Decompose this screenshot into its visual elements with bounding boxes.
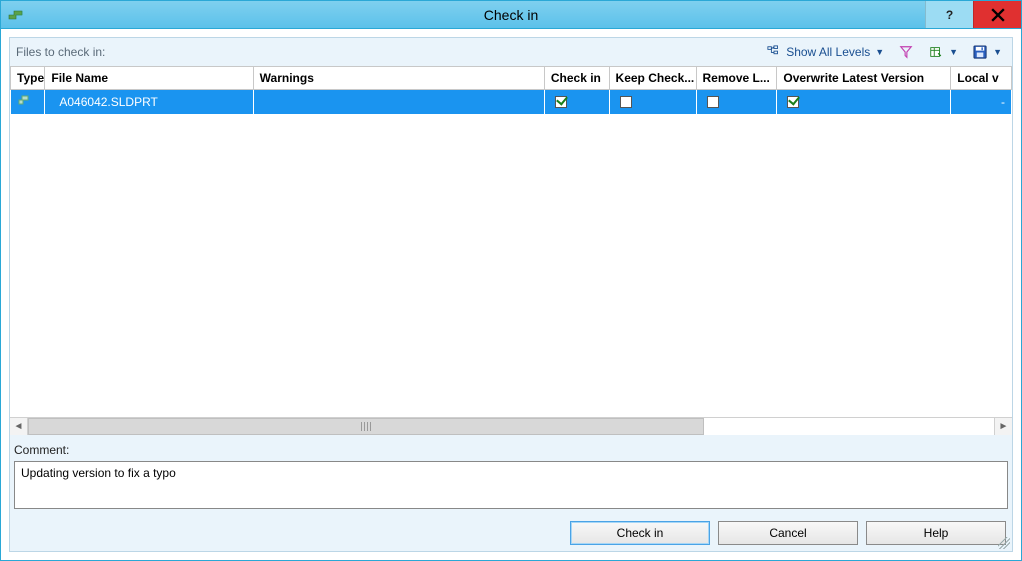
check-in-checkbox[interactable] bbox=[555, 96, 567, 108]
app-icon bbox=[7, 6, 25, 24]
cell-overwrite bbox=[777, 89, 951, 114]
col-header-type[interactable]: Type bbox=[11, 67, 45, 89]
col-header-check-in[interactable]: Check in bbox=[544, 67, 609, 89]
cell-type bbox=[11, 89, 45, 114]
inner-panel: Files to check in: Show All Levels ▼ bbox=[9, 37, 1013, 552]
col-header-remove-local[interactable]: Remove L... bbox=[696, 67, 777, 89]
window-title: Check in bbox=[1, 7, 1021, 23]
cell-keep-checked-out bbox=[609, 89, 696, 114]
files-to-check-in-label: Files to check in: bbox=[16, 45, 105, 59]
show-all-levels-button[interactable]: Show All Levels ▼ bbox=[762, 42, 888, 62]
cell-file-name: A046042.SLDPRT bbox=[45, 89, 253, 114]
grid-header-row: Type File Name Warnings Check in Keep Ch… bbox=[11, 67, 1012, 89]
floppy-icon bbox=[972, 44, 988, 60]
col-header-overwrite[interactable]: Overwrite Latest Version bbox=[777, 67, 951, 89]
titlebar: Check in ? bbox=[1, 1, 1021, 29]
cancel-button[interactable]: Cancel bbox=[718, 521, 858, 545]
columns-button[interactable]: ▼ bbox=[924, 42, 962, 62]
footer-buttons: Check in Cancel Help bbox=[10, 517, 1012, 551]
dropdown-arrow-icon: ▼ bbox=[993, 47, 1002, 57]
table-row[interactable]: A046042.SLDPRT - bbox=[11, 89, 1012, 114]
col-header-warnings[interactable]: Warnings bbox=[253, 67, 544, 89]
help-button-footer[interactable]: Help bbox=[866, 521, 1006, 545]
cell-check-in bbox=[544, 89, 609, 114]
overwrite-checkbox[interactable] bbox=[787, 96, 799, 108]
comment-input[interactable] bbox=[14, 461, 1008, 509]
check-in-button[interactable]: Check in bbox=[570, 521, 710, 545]
horizontal-scrollbar[interactable]: ◄ ► bbox=[10, 417, 1012, 435]
dialog-body: Files to check in: Show All Levels ▼ bbox=[1, 29, 1021, 560]
dropdown-arrow-icon: ▼ bbox=[875, 47, 884, 57]
filter-button[interactable] bbox=[894, 42, 918, 62]
cell-local-version: - bbox=[951, 89, 1012, 114]
close-button[interactable] bbox=[973, 1, 1021, 28]
help-button[interactable]: ? bbox=[925, 1, 973, 28]
cell-remove-local bbox=[696, 89, 777, 114]
comment-label: Comment: bbox=[14, 443, 1008, 457]
tree-icon bbox=[766, 44, 782, 60]
checkin-dialog: Check in ? Files to check in: bbox=[0, 0, 1022, 561]
show-all-levels-label: Show All Levels bbox=[786, 45, 870, 59]
part-file-icon bbox=[17, 93, 31, 107]
dropdown-arrow-icon: ▼ bbox=[949, 47, 958, 57]
col-header-file-name[interactable]: File Name bbox=[45, 67, 253, 89]
scroll-right-arrow[interactable]: ► bbox=[994, 418, 1012, 435]
grid-empty-area bbox=[10, 114, 1012, 418]
save-button[interactable]: ▼ bbox=[968, 42, 1006, 62]
resize-grip[interactable] bbox=[998, 537, 1010, 549]
toolbar: Files to check in: Show All Levels ▼ bbox=[10, 38, 1012, 66]
col-header-keep-checked-out[interactable]: Keep Check... bbox=[609, 67, 696, 89]
remove-local-checkbox[interactable] bbox=[707, 96, 719, 108]
col-header-local-version[interactable]: Local v bbox=[951, 67, 1012, 89]
funnel-icon bbox=[898, 44, 914, 60]
scroll-thumb[interactable] bbox=[28, 418, 704, 435]
files-grid: Type File Name Warnings Check in Keep Ch… bbox=[10, 66, 1012, 435]
scroll-left-arrow[interactable]: ◄ bbox=[10, 418, 28, 435]
window-controls: ? bbox=[925, 1, 1021, 28]
cell-warnings bbox=[253, 89, 544, 114]
keep-checked-out-checkbox[interactable] bbox=[620, 96, 632, 108]
columns-icon bbox=[928, 44, 944, 60]
